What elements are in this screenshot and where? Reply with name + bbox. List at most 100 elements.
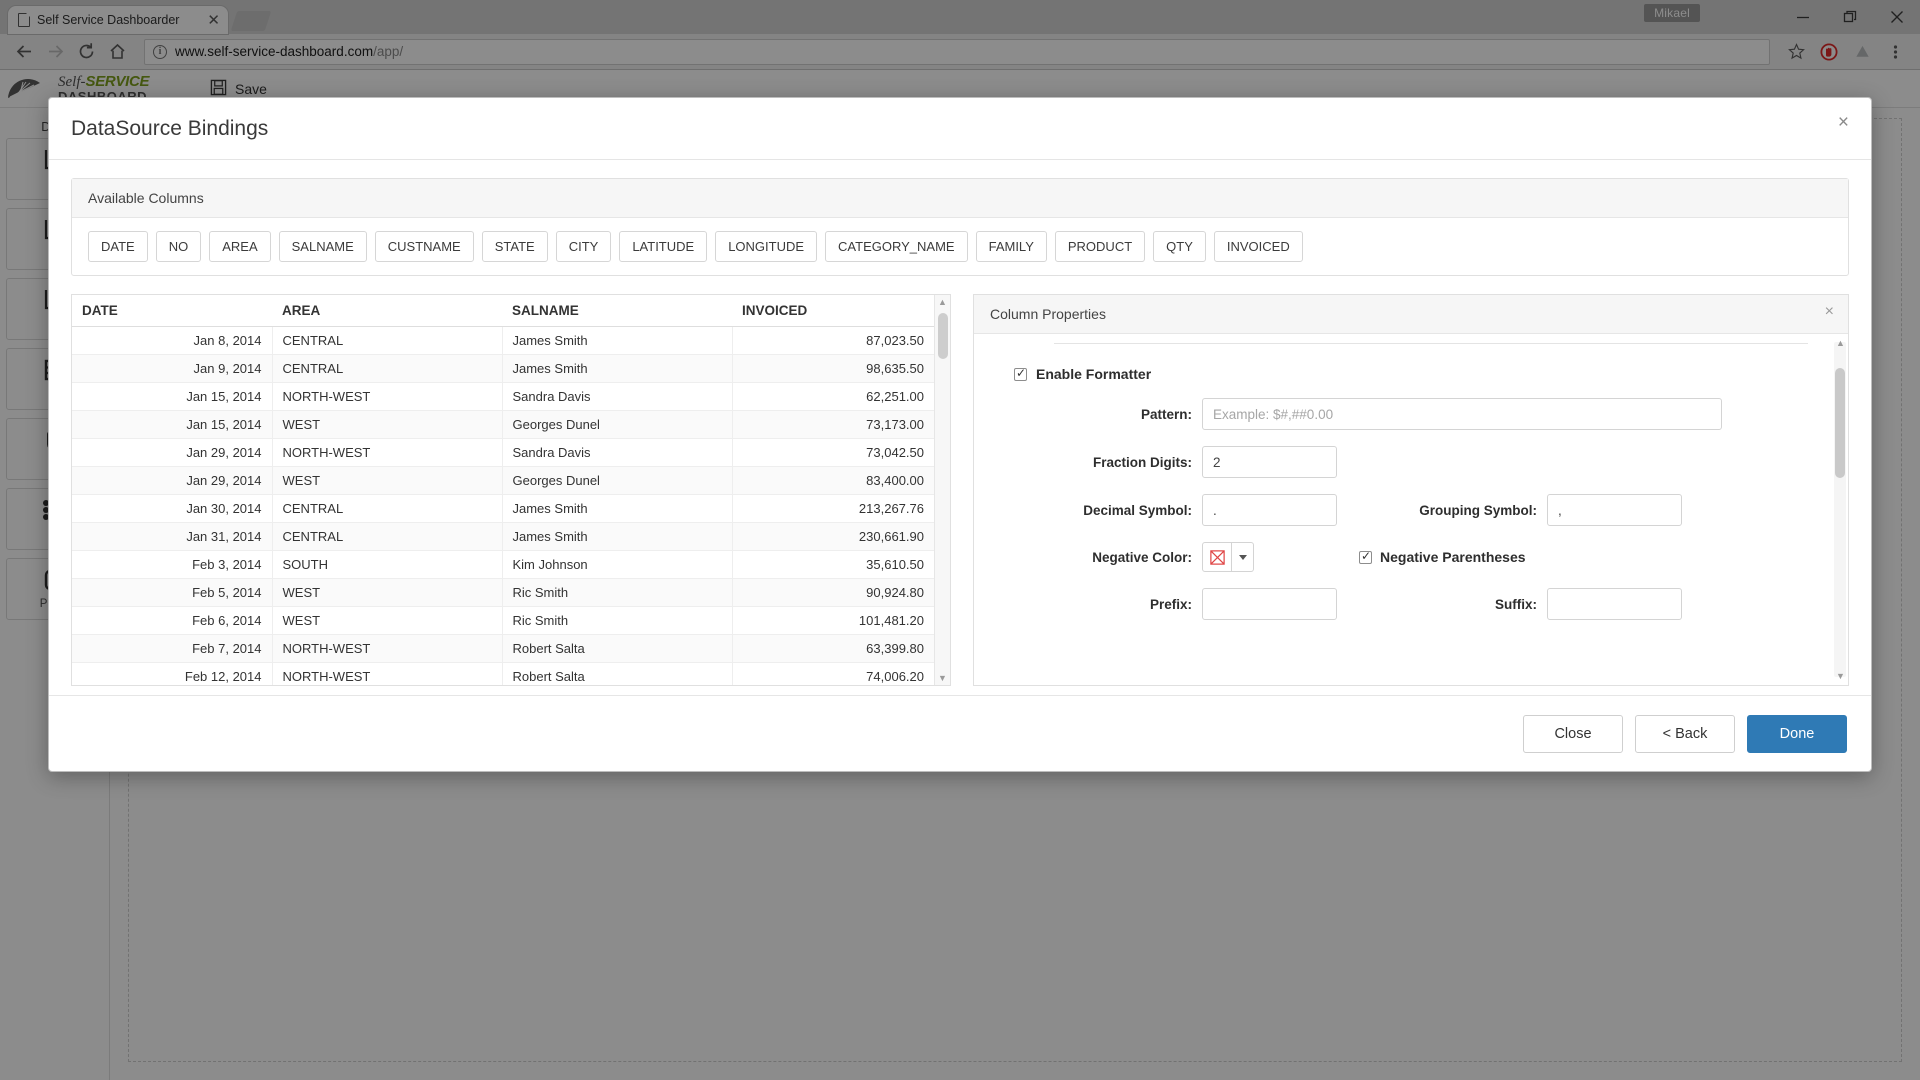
cell-invoiced: 73,042.50 xyxy=(732,438,934,467)
done-button[interactable]: Done xyxy=(1747,714,1847,753)
table-header-area[interactable]: AREA xyxy=(272,295,502,327)
cell-area: WEST xyxy=(272,466,503,495)
column-chip-area[interactable]: AREA xyxy=(209,231,271,262)
column-chip-city[interactable]: CITY xyxy=(555,231,612,262)
cell-salname: Ric Smith xyxy=(502,578,733,607)
cell-invoiced: 101,481.20 xyxy=(732,606,934,635)
scroll-up-icon[interactable]: ▲ xyxy=(1836,338,1845,348)
cell-salname: James Smith xyxy=(502,326,733,355)
table-row[interactable]: Jan 9, 2014 CENTRAL James Smith 98,635.50 xyxy=(72,354,934,383)
column-properties-panel: Column Properties × Enable Formatter Pat… xyxy=(973,294,1849,686)
column-chip-date[interactable]: DATE xyxy=(88,231,148,262)
fraction-digits-row: Fraction Digits: 2 xyxy=(974,446,1822,478)
cell-invoiced: 213,267.76 xyxy=(732,494,934,523)
table-row[interactable]: Feb 12, 2014 NORTH-WEST Robert Salta 74,006… xyxy=(72,662,934,685)
cell-area: WEST xyxy=(272,410,503,439)
enable-formatter-row[interactable]: Enable Formatter xyxy=(1014,366,1822,382)
pattern-input[interactable]: Example: $#,##0.00 xyxy=(1202,398,1722,430)
available-columns-header: Available Columns xyxy=(72,179,1848,218)
dialog-header: DataSource Bindings × xyxy=(49,98,1871,160)
prefix-suffix-row: Prefix: Suffix: xyxy=(974,588,1822,620)
column-chip-category-name[interactable]: CATEGORY_NAME xyxy=(825,231,968,262)
cell-area: SOUTH xyxy=(272,550,503,579)
cell-date: Jan 8, 2014 xyxy=(72,326,273,355)
table-row[interactable]: Jan 29, 2014 WEST Georges Dunel 83,400.00 xyxy=(72,466,934,495)
cell-area: WEST xyxy=(272,606,503,635)
table-header-date[interactable]: DATE xyxy=(72,295,272,327)
cell-invoiced: 74,006.20 xyxy=(732,662,934,685)
column-chip-custname[interactable]: CUSTNAME xyxy=(374,231,474,262)
table-row[interactable]: Jan 15, 2014 NORTH-WEST Sandra Davis 62,251… xyxy=(72,382,934,411)
properties-scrollbar[interactable]: ▲ ▼ xyxy=(1834,338,1846,681)
prefix-input[interactable] xyxy=(1202,588,1337,620)
table-body: Jan 8, 2014 CENTRAL James Smith 87,023.50 J… xyxy=(72,326,934,685)
cell-date: Jan 15, 2014 xyxy=(72,410,273,439)
table-row[interactable]: Feb 6, 2014 WEST Ric Smith 101,481.20 xyxy=(72,606,934,635)
column-chip-family[interactable]: FAMILY xyxy=(975,231,1047,262)
table-row[interactable]: Jan 31, 2014 CENTRAL James Smith 230,661.90 xyxy=(72,522,934,551)
table-row[interactable]: Jan 30, 2014 CENTRAL James Smith 213,267.76 xyxy=(72,494,934,523)
negative-parentheses-checkbox[interactable] xyxy=(1359,549,1372,564)
grouping-symbol-input[interactable]: , xyxy=(1547,494,1682,526)
table-row[interactable]: Jan 15, 2014 WEST Georges Dunel 73,173.00 xyxy=(72,410,934,439)
cell-invoiced: 230,661.90 xyxy=(732,522,934,551)
pattern-label: Pattern: xyxy=(1140,406,1192,422)
negative-parentheses-label: Negative Parentheses xyxy=(1380,549,1526,565)
back-button[interactable]: < Back xyxy=(1635,714,1735,753)
cell-area: WEST xyxy=(272,578,503,607)
table-row[interactable]: Jan 29, 2014 NORTH-WEST Sandra Davis 73,042… xyxy=(72,438,934,467)
decimal-symbol-input[interactable]: . xyxy=(1202,494,1337,526)
cell-date: Jan 30, 2014 xyxy=(72,494,273,523)
column-chip-product[interactable]: PRODUCT xyxy=(1054,231,1146,262)
negative-row: Negative Color: ✓ Negative Parentheses xyxy=(974,542,1822,572)
fraction-digits-label: Fraction Digits: xyxy=(1092,454,1192,470)
cell-area: NORTH-WEST xyxy=(272,438,503,467)
grid-scrollbar[interactable]: ▲ ▼ xyxy=(934,295,950,685)
scroll-down-icon[interactable]: ▼ xyxy=(938,673,947,683)
table-header-invoiced[interactable]: INVOICED xyxy=(732,295,934,327)
column-chip-no[interactable]: NO xyxy=(155,231,202,262)
negative-color-swatch[interactable] xyxy=(1202,542,1232,572)
datasource-bindings-dialog: DataSource Bindings × Available Columns … xyxy=(48,97,1872,772)
table-row[interactable]: Feb 5, 2014 WEST Ric Smith 90,924.80 xyxy=(72,578,934,607)
table-row[interactable]: Jan 8, 2014 CENTRAL James Smith 87,023.50 xyxy=(72,326,934,355)
cell-date: Feb 3, 2014 xyxy=(72,550,273,579)
column-chip-qty[interactable]: QTY xyxy=(1153,231,1206,262)
available-columns-panel: Available Columns DATE NO AREA SALNAME C… xyxy=(71,178,1849,276)
table-header-salname[interactable]: SALNAME xyxy=(502,295,732,327)
scroll-down-icon[interactable]: ▼ xyxy=(1836,671,1845,681)
column-chip-salname[interactable]: SALNAME xyxy=(278,231,367,262)
column-chip-invoiced[interactable]: INVOICED xyxy=(1213,231,1303,262)
data-preview-grid: DATE AREA SALNAME INVOICED Jan 8, 2014 CE… xyxy=(71,294,951,686)
negative-color-picker[interactable] xyxy=(1202,542,1254,572)
properties-scrollbar-thumb[interactable] xyxy=(1835,368,1845,478)
cell-salname: James Smith xyxy=(502,522,733,551)
cell-invoiced: 87,023.50 xyxy=(732,326,934,355)
enable-formatter-checkbox[interactable] xyxy=(1014,366,1027,381)
cell-date: Jan 15, 2014 xyxy=(72,382,273,411)
column-chip-state[interactable]: STATE xyxy=(481,231,548,262)
negative-parentheses-row[interactable]: Negative Parentheses xyxy=(1359,549,1526,565)
suffix-input[interactable] xyxy=(1547,588,1682,620)
table-row[interactable]: Feb 7, 2014 NORTH-WEST Robert Salta 63,399.… xyxy=(72,634,934,663)
negative-color-dropdown-toggle[interactable] xyxy=(1232,542,1254,572)
column-chip-latitude[interactable]: LATITUDE xyxy=(619,231,708,262)
cell-date: Feb 7, 2014 xyxy=(72,634,273,663)
grid-scrollbar-thumb[interactable] xyxy=(938,313,948,359)
column-properties-body: Enable Formatter Pattern: Example: $#,##… xyxy=(974,334,1848,685)
cell-date: Jan 29, 2014 xyxy=(72,466,273,495)
cell-area: NORTH-WEST xyxy=(272,634,503,663)
fraction-digits-input[interactable]: 2 xyxy=(1202,446,1337,478)
table-header-row: DATE AREA SALNAME INVOICED xyxy=(72,295,934,327)
column-chip-longitude[interactable]: LONGITUDE xyxy=(715,231,818,262)
column-properties-header: Column Properties × xyxy=(974,295,1848,334)
dialog-close-icon[interactable]: × xyxy=(1838,112,1849,134)
dialog-title: DataSource Bindings xyxy=(71,116,269,140)
table-row[interactable]: Feb 3, 2014 SOUTH Kim Johnson 35,610.50 xyxy=(72,550,934,579)
scroll-up-icon[interactable]: ▲ xyxy=(938,297,947,307)
cell-salname: James Smith xyxy=(502,354,733,383)
cell-invoiced: 83,400.00 xyxy=(732,466,934,495)
cell-area: CENTRAL xyxy=(272,494,503,523)
column-properties-close-icon[interactable]: × xyxy=(1825,303,1834,321)
close-button[interactable]: Close xyxy=(1523,714,1623,753)
